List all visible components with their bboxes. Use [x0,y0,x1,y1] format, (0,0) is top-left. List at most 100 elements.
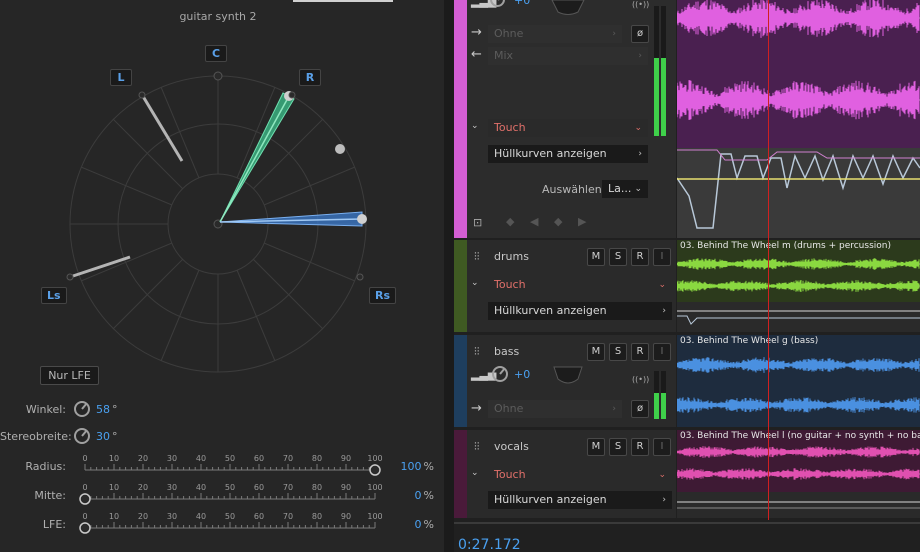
lfe-number[interactable]: 0 [415,518,422,531]
meter-fill [661,392,666,419]
track-header-vocals[interactable]: ⫶⫶ vocals M S R I ⌄ Touch ⌄ Hüllkurven an… [454,430,676,518]
left-speaker-level-bar [139,92,184,162]
timecode[interactable]: 0:27.172 [458,537,521,552]
input-dropdown[interactable]: Ohne › [488,400,622,418]
waveform-channel [677,0,920,38]
solo-button[interactable]: S [609,438,627,456]
stereobreite-unit: ° [112,430,118,443]
lfe-value[interactable]: 0% [396,518,434,531]
mitte-number[interactable]: 0 [415,489,422,502]
winkel-number[interactable]: 58 [96,403,110,416]
clip-bass[interactable]: 03. Behind The Wheel g (bass) [677,335,920,427]
next-keyframe-icon[interactable]: ▶ [578,215,586,228]
chevron-down-icon[interactable]: ⌄ [471,468,479,478]
speaker-l-label[interactable]: L [110,69,132,86]
meter-fill [654,58,659,136]
pan-icon[interactable] [550,0,586,16]
radius-value[interactable]: 100% [396,460,434,473]
waveform-channel [677,280,920,292]
input-monitor-button[interactable]: I [653,248,671,266]
automation-lane-vocals[interactable] [677,492,920,518]
stereobreite-knob[interactable] [74,428,90,444]
track-name[interactable]: drums [494,250,529,263]
speaker-rs-label[interactable]: Rs [369,287,397,304]
winkel-value[interactable]: 58 ° [96,403,118,416]
winkel-unit: ° [112,403,118,416]
send-dropdown[interactable]: Mix › [488,47,648,65]
envelope-label: Hüllkurven anzeigen [494,147,607,160]
automation-mode-dropdown[interactable]: Touch ⌄ [488,119,648,137]
phase-invert-icon[interactable]: ø [631,400,649,418]
level-meter-right [661,6,666,136]
radio-waves-icon[interactable]: ((•)) [632,0,649,9]
arrow-left-icon: ← [471,47,482,62]
track-header-drums[interactable]: ⫶⫶ drums M S R I ⌄ Touch ⌄ Hüllkurven anz… [454,240,676,332]
previous-keyframe-icon[interactable]: ◀ [530,215,538,228]
select-dropdown[interactable]: La... ⌄ [602,180,648,198]
track-header-bass[interactable]: ⫶⫶ bass M S R I ▂▃▅ +0 ((•)) → Ohne › ø [454,335,676,427]
track-name[interactable]: vocals [494,440,529,453]
slider-tick-label: 60 [254,454,264,463]
add-keyframe-icon[interactable]: ◆ [554,215,562,228]
radius-slider-handle[interactable] [369,464,381,476]
input-monitor-button[interactable]: I [653,438,671,456]
volume-knob[interactable] [492,366,508,382]
pan-position-handle[interactable] [335,144,345,154]
record-arm-button[interactable]: R [631,248,649,266]
stereobreite-number[interactable]: 30 [96,430,110,443]
speaker-r-label[interactable]: R [299,69,321,86]
input-dropdown[interactable]: Ohne › [488,25,622,43]
mitte-slider-handle[interactable] [79,493,91,505]
record-arm-button[interactable]: R [631,438,649,456]
clip-synth[interactable] [677,0,920,148]
track-name[interactable]: bass [494,345,519,358]
clip-vocals[interactable]: 03. Behind The Wheel l (no guitar + no s… [677,430,920,492]
solo-button[interactable]: S [609,248,627,266]
right-channel-vector [219,95,290,223]
phase-invert-icon[interactable]: ø [631,25,649,43]
mute-button[interactable]: M [587,248,605,266]
clip-drums[interactable]: 03. Behind The Wheel m (drums + percussi… [677,240,920,302]
left-channel-handle[interactable] [357,214,367,224]
waveform-channel [677,397,920,413]
slider-tick-label: 40 [196,512,206,521]
lock-icon[interactable]: ⊡ [473,216,482,229]
solo-button[interactable]: S [609,343,627,361]
stereobreite-label: Stereobreite: [0,430,72,443]
eraser-icon[interactable]: ◆ [506,215,514,228]
show-envelopes-button[interactable]: Hüllkurven anzeigen › [488,145,648,163]
chevron-down-icon[interactable]: ⌄ [471,278,479,288]
speaker-c-label[interactable]: C [205,45,227,62]
track-header-synth[interactable]: ▂▃▅ +0 ((•)) → Ohne › ø ← Mix › ⌄ Touch ⌄ H… [454,0,676,238]
lfe-only-button[interactable]: Nur LFE [40,366,99,385]
waveform-icon: ⫶⫶ [474,345,480,358]
automation-mode-dropdown[interactable]: Touch ⌄ [488,466,672,484]
radio-waves-icon[interactable]: ((•)) [632,375,649,384]
waveform-channel [677,446,920,458]
radius-number[interactable]: 100 [401,460,422,473]
volume-value[interactable]: +0 [514,368,530,381]
mitte-value[interactable]: 0% [396,489,434,502]
panel-divider[interactable] [444,0,454,552]
show-envelopes-button[interactable]: Hüllkurven anzeigen › [488,302,672,320]
speaker-ls-label[interactable]: Ls [41,287,67,304]
winkel-knob[interactable] [74,401,90,417]
lfe-slider-handle[interactable] [79,522,91,534]
automation-lane-drums[interactable] [677,302,920,332]
automation-lane-synth[interactable] [677,148,920,238]
mute-button[interactable]: M [587,438,605,456]
playhead[interactable] [768,0,769,520]
input-monitor-button[interactable]: I [653,343,671,361]
meter-fill [654,392,659,419]
grid-spoke [112,258,184,330]
slider-tick-label: 30 [167,454,177,463]
automation-mode-dropdown[interactable]: Touch ⌄ [488,276,672,294]
chevron-down-icon[interactable]: ⌄ [471,121,479,131]
pan-icon[interactable] [550,365,586,389]
record-arm-button[interactable]: R [631,343,649,361]
mute-button[interactable]: M [587,343,605,361]
waveform-icon: ⫶⫶ [474,440,480,453]
stereobreite-value[interactable]: 30 ° [96,430,118,443]
show-envelopes-button[interactable]: Hüllkurven anzeigen › [488,491,672,509]
volume-value[interactable]: +0 [514,0,530,7]
